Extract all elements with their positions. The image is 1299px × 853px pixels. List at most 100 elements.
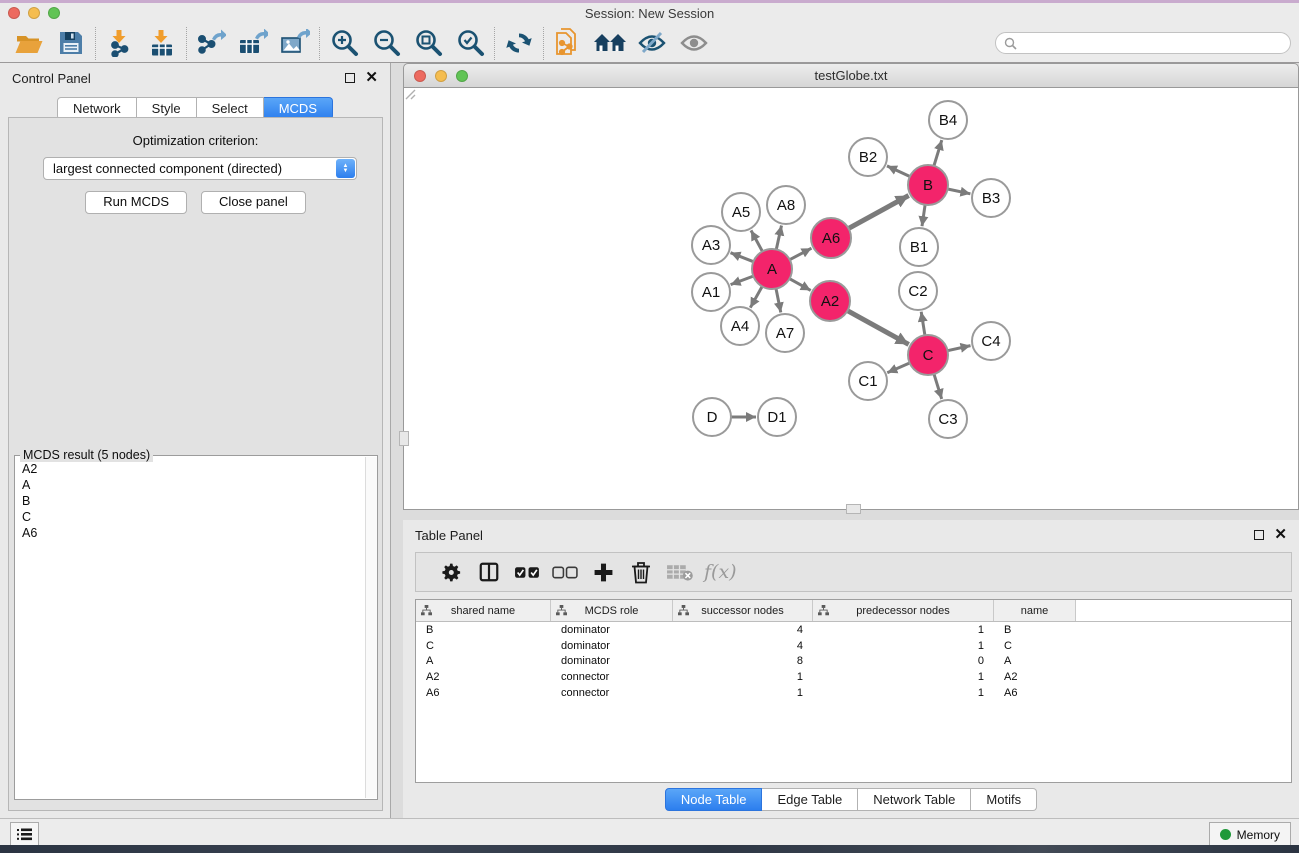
edge-A-A4[interactable] xyxy=(750,286,762,307)
app-titlebar: Session: New Session xyxy=(0,3,1299,24)
table-settings-icon[interactable] xyxy=(432,561,470,584)
close-panel-button[interactable]: Close panel xyxy=(201,191,306,214)
delete-table-icon[interactable] xyxy=(660,563,698,582)
column-header-predecessor-nodes[interactable]: predecessor nodes xyxy=(813,600,994,621)
edge-B-B2[interactable] xyxy=(887,166,910,177)
open-file-icon[interactable] xyxy=(8,26,50,60)
edge-A-A1[interactable] xyxy=(731,276,754,285)
edge-A-A7[interactable] xyxy=(776,289,781,313)
import-table-icon[interactable] xyxy=(141,26,183,60)
export-table-icon[interactable] xyxy=(232,26,274,60)
column-header-shared-name[interactable]: shared name xyxy=(416,600,551,621)
table-row[interactable]: Adominator80A xyxy=(416,653,1291,669)
mcds-result-item[interactable]: B xyxy=(16,493,365,509)
zoom-in-icon[interactable] xyxy=(323,26,365,60)
table-cell: A xyxy=(416,655,551,667)
column-header-successor-nodes[interactable]: successor nodes xyxy=(673,600,813,621)
mcds-result-item[interactable]: A2 xyxy=(16,461,365,477)
network-horizontal-scrollbar[interactable] xyxy=(846,504,861,514)
tab-network-table[interactable]: Network Table xyxy=(858,788,971,811)
table-toolbar: f(x) xyxy=(415,552,1292,592)
show-graphics-details-icon[interactable] xyxy=(673,26,715,60)
mcds-result-box: MCDS result (5 nodes) A2ABCA6 xyxy=(14,455,378,800)
network-vertical-scrollbar[interactable] xyxy=(399,431,409,446)
function-builder-icon[interactable]: f(x) xyxy=(704,561,737,583)
mcds-result-item[interactable]: C xyxy=(16,509,365,525)
tab-node-table[interactable]: Node Table xyxy=(665,788,763,811)
close-panel-icon[interactable]: ✕ xyxy=(365,73,378,83)
search-input[interactable] xyxy=(1022,35,1282,52)
node-label-D1: D1 xyxy=(767,409,786,426)
apply-layout-icon[interactable] xyxy=(498,26,540,60)
node-table: shared nameMCDS rolesuccessor nodesprede… xyxy=(415,599,1292,783)
tab-motifs[interactable]: Motifs xyxy=(971,788,1037,811)
show-columns-icon[interactable] xyxy=(470,561,508,583)
tab-edge-table[interactable]: Edge Table xyxy=(762,788,858,811)
table-cell: 1 xyxy=(673,671,813,683)
column-type-icon xyxy=(556,605,567,619)
table-cell: A6 xyxy=(416,687,551,699)
edge-A-A2[interactable] xyxy=(790,279,811,291)
edge-C-C3[interactable] xyxy=(934,374,942,399)
add-column-icon[interactable] xyxy=(584,562,622,583)
search-field[interactable] xyxy=(995,32,1291,54)
zoom-window-button[interactable] xyxy=(48,7,60,19)
hide-graphics-details-icon[interactable] xyxy=(631,26,673,60)
table-cell: B xyxy=(416,624,551,636)
edge-C-C2[interactable] xyxy=(921,312,925,336)
task-history-button[interactable] xyxy=(10,822,39,847)
run-mcds-button[interactable]: Run MCDS xyxy=(85,191,187,214)
table-row[interactable]: Cdominator41C xyxy=(416,638,1291,654)
network-minimize-button[interactable] xyxy=(435,70,447,82)
mcds-tab-content: Optimization criterion: largest connecte… xyxy=(8,117,383,811)
table-header-row: shared nameMCDS rolesuccessor nodesprede… xyxy=(416,600,1291,622)
float-panel-icon[interactable] xyxy=(345,73,355,83)
edge-C-C1[interactable] xyxy=(887,363,909,373)
network-zoom-button[interactable] xyxy=(456,70,468,82)
select-all-icon[interactable] xyxy=(508,565,546,580)
close-table-panel-icon[interactable]: ✕ xyxy=(1274,530,1287,540)
import-network-icon[interactable] xyxy=(99,26,141,60)
edge-B-B4[interactable] xyxy=(934,140,942,166)
delete-column-icon[interactable] xyxy=(622,561,660,584)
table-row[interactable]: A2connector11A2 xyxy=(416,669,1291,685)
memory-button[interactable]: Memory xyxy=(1209,822,1291,847)
network-canvas[interactable]: AA1A2A3A4A5A6A7A8BB1B2B3B4CC1C2C3C4DD1 xyxy=(403,88,1299,510)
table-row[interactable]: A6connector11A6 xyxy=(416,685,1291,701)
optimization-criterion-select[interactable]: largest connected component (directed) ▲… xyxy=(43,157,357,180)
node-label-A3: A3 xyxy=(702,237,720,254)
edge-A2-C[interactable] xyxy=(848,311,909,345)
zoom-out-icon[interactable] xyxy=(365,26,407,60)
zoom-fit-icon[interactable] xyxy=(407,26,449,60)
unselect-all-icon[interactable] xyxy=(546,565,584,580)
zoom-selected-icon[interactable] xyxy=(449,26,491,60)
network-close-button[interactable] xyxy=(414,70,426,82)
resize-grip-icon[interactable] xyxy=(404,88,416,100)
save-session-icon[interactable] xyxy=(50,26,92,60)
column-header-name[interactable]: name xyxy=(994,600,1076,621)
node-label-A2: A2 xyxy=(821,293,839,310)
close-window-button[interactable] xyxy=(8,7,20,19)
export-network-icon[interactable] xyxy=(190,26,232,60)
node-label-C3: C3 xyxy=(938,411,957,428)
minimize-window-button[interactable] xyxy=(28,7,40,19)
edge-B-B1[interactable] xyxy=(922,205,925,226)
export-image-icon[interactable] xyxy=(274,26,316,60)
dropdown-stepper-icon: ▲▼ xyxy=(336,159,355,178)
mcds-result-item[interactable]: A6 xyxy=(16,525,365,541)
edge-B-B3[interactable] xyxy=(948,189,971,194)
edge-C-C4[interactable] xyxy=(948,346,971,351)
mcds-result-item[interactable]: A xyxy=(16,477,365,493)
table-row[interactable]: Bdominator41B xyxy=(416,622,1291,638)
mcds-list-scrollbar[interactable] xyxy=(365,457,377,798)
edge-A-A6[interactable] xyxy=(790,248,812,260)
home-icon[interactable] xyxy=(589,26,631,60)
edge-A6-B[interactable] xyxy=(849,196,909,229)
network-from-file-icon[interactable] xyxy=(547,26,589,60)
column-type-icon xyxy=(818,605,829,619)
edge-A-A3[interactable] xyxy=(731,253,754,262)
column-header-MCDS-role[interactable]: MCDS role xyxy=(551,600,673,621)
edge-A-A5[interactable] xyxy=(751,230,762,251)
float-table-panel-icon[interactable] xyxy=(1254,530,1264,540)
edge-A-A8[interactable] xyxy=(776,226,781,250)
